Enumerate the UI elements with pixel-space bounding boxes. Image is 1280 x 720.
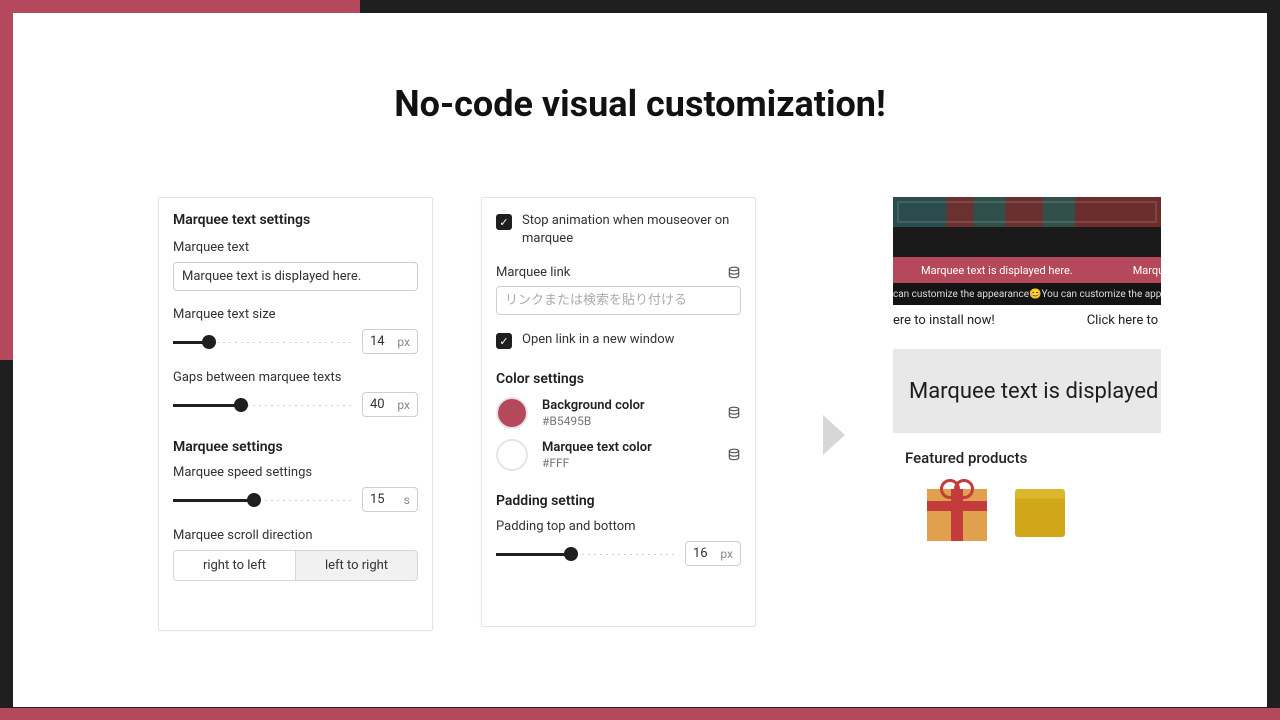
preview-big-marquee: Marquee text is displayed h (893, 349, 1161, 433)
preview-dark-bar (893, 227, 1161, 257)
open-new-window-checkbox[interactable]: ✓ (496, 333, 512, 349)
gap-value-box[interactable]: 40 px (362, 392, 418, 417)
database-icon[interactable] (727, 266, 741, 280)
text-size-value-box[interactable]: 14 px (362, 329, 418, 354)
database-icon[interactable] (727, 406, 741, 420)
preview-red-marquee: Marquee text is displayed here. Marqu (893, 257, 1161, 283)
panel-marquee-text-settings: Marquee text settings Marquee text Marqu… (158, 197, 433, 631)
direction-segmented-control: right to left left to right (173, 550, 418, 581)
preview-white-marquee-left: ere to install now! (893, 313, 1087, 328)
preview-white-marquee-right: Click here to insta (1087, 313, 1161, 328)
padding-value: 16 (693, 546, 708, 561)
bg-color-swatch[interactable] (496, 397, 528, 429)
unit-px: px (397, 335, 410, 349)
padding-slider[interactable] (496, 543, 675, 565)
text-color-value: #FFF (542, 456, 713, 470)
accent-bottom-bar (0, 708, 1280, 720)
speed-value: 15 (370, 492, 385, 507)
text-color-swatch[interactable] (496, 439, 528, 471)
direction-ltr-button[interactable]: left to right (295, 551, 417, 580)
section-heading: Marquee text settings (173, 212, 418, 228)
gap-slider[interactable] (173, 394, 352, 416)
marquee-link-label: Marquee link (496, 265, 570, 280)
gap-label: Gaps between marquee texts (173, 370, 418, 385)
preview-product-gift (927, 489, 987, 541)
panel-marquee-appearance-settings: ✓ Stop animation when mouseover on marqu… (481, 197, 756, 627)
padding-label: Padding top and bottom (496, 519, 741, 534)
preview-dark-marquee: can customize the appearance😊You can cus… (893, 283, 1161, 305)
unit-px: px (720, 547, 733, 561)
padding-setting-heading: Padding setting (496, 493, 741, 509)
padding-value-box[interactable]: 16 px (685, 541, 741, 566)
marquee-text-size-label: Marquee text size (173, 307, 418, 322)
speed-slider[interactable] (173, 489, 352, 511)
speed-label: Marquee speed settings (173, 465, 418, 480)
preview-pane: Marquee text is displayed here. Marqu ca… (893, 197, 1161, 627)
marquee-text-label: Marquee text (173, 240, 418, 255)
unit-s: s (404, 493, 410, 507)
page-canvas: No-code visual customization! Marquee te… (13, 13, 1267, 707)
bg-color-label: Background color (542, 398, 713, 413)
text-color-row[interactable]: Marquee text color #FFF (496, 439, 741, 471)
preview-big-text: Marquee text is displayed h (909, 379, 1161, 404)
text-size-value: 14 (370, 334, 385, 349)
mouseover-stop-label: Stop animation when mouseover on marquee (522, 212, 741, 247)
arrow-right-icon (821, 413, 849, 461)
preview-product-cube (1015, 489, 1065, 537)
marquee-link-input[interactable] (496, 286, 741, 315)
open-new-window-label: Open link in a new window (522, 331, 741, 349)
direction-rtl-button[interactable]: right to left (174, 551, 295, 580)
background-color-row[interactable]: Background color #B5495B (496, 397, 741, 429)
preview-featured-title: Featured products (893, 433, 1161, 471)
preview-hero-image (893, 197, 1161, 227)
mouseover-stop-checkbox[interactable]: ✓ (496, 214, 512, 230)
gap-value: 40 (370, 397, 385, 412)
speed-value-box[interactable]: 15 s (362, 487, 418, 512)
marquee-settings-heading: Marquee settings (173, 439, 418, 455)
preview-white-marquee: ere to install now! Click here to insta (893, 305, 1161, 335)
preview-product-row (893, 471, 1161, 541)
preview-dark-marquee-text: can customize the appearance😊You can cus… (893, 289, 1161, 300)
color-settings-heading: Color settings (496, 371, 741, 387)
direction-label: Marquee scroll direction (173, 528, 418, 543)
bg-color-value: #B5495B (542, 414, 713, 428)
preview-red-marquee-text-partial: Marqu (1073, 264, 1161, 277)
text-color-label: Marquee text color (542, 440, 713, 455)
page-title: No-code visual customization! (13, 83, 1267, 125)
preview-red-marquee-text: Marquee text is displayed here. (893, 264, 1073, 277)
database-icon[interactable] (727, 448, 741, 462)
text-size-slider[interactable] (173, 331, 352, 353)
unit-px: px (397, 398, 410, 412)
marquee-text-input[interactable] (173, 262, 418, 291)
